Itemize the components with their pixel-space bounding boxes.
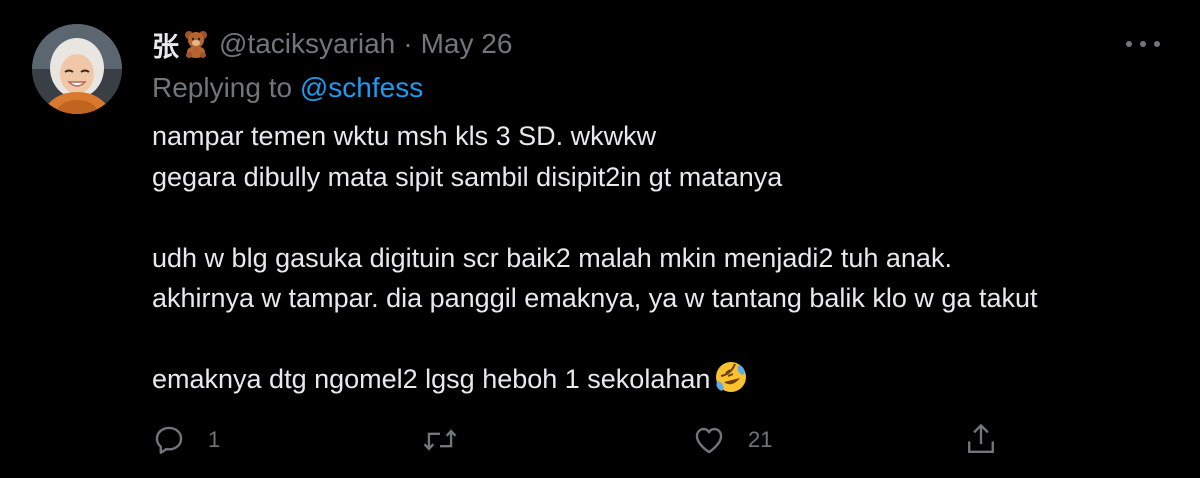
- more-options-icon[interactable]: [1126, 34, 1160, 54]
- tweet-line: emaknya dtg ngomel2 lgsg heboh 1 sekolah…: [152, 364, 711, 394]
- avatar[interactable]: [32, 24, 122, 114]
- retweet-icon: [423, 429, 457, 451]
- user-handle[interactable]: @taciksyariah: [219, 28, 395, 60]
- tweet-header: 张 @taciksyariah · May 26: [152, 24, 512, 64]
- reply-button[interactable]: 1: [152, 420, 220, 460]
- retweet-button[interactable]: [422, 420, 480, 460]
- replying-handle-link[interactable]: @schfess: [300, 72, 423, 103]
- more-dot: [1154, 41, 1160, 47]
- teddy-bear-icon: [183, 30, 209, 58]
- like-button[interactable]: 21: [692, 420, 772, 460]
- more-dot: [1140, 41, 1146, 47]
- tweet-line: akhirnya w tampar. dia panggil emaknya, …: [152, 283, 1038, 313]
- tweet-line: gegara dibully mata sipit sambil disipit…: [152, 161, 783, 192]
- separator-dot: ·: [403, 28, 413, 59]
- share-icon: [968, 423, 994, 453]
- tweet-body: nampar temen wktu msh kls 3 SD. wkwkw ge…: [152, 116, 1172, 406]
- like-count: 21: [748, 427, 773, 452]
- replying-prefix: Replying to: [152, 72, 293, 103]
- display-name[interactable]: 张: [152, 25, 179, 64]
- more-dot: [1126, 41, 1132, 47]
- share-button[interactable]: [964, 420, 998, 460]
- tweet[interactable]: 张 @taciksyariah · May 26 Replying to @sc…: [0, 0, 1200, 478]
- rolling-laughing-icon: [714, 360, 748, 406]
- tweet-line: udh w blg gasuka digituin scr baik2 mala…: [152, 242, 952, 273]
- reply-count: 1: [208, 427, 221, 452]
- tweet-last-line: emaknya dtg ngomel2 lgsg heboh 1 sekolah…: [152, 359, 1172, 406]
- avatar-image: [32, 24, 122, 114]
- heart-icon: [695, 427, 723, 454]
- replying-to: Replying to @schfess: [152, 72, 423, 104]
- reply-icon: [155, 426, 183, 454]
- tweet-date[interactable]: May 26: [421, 28, 513, 60]
- tweet-line: nampar temen wktu msh kls 3 SD. wkwkw: [152, 121, 657, 151]
- tweet-actions: 1 21: [152, 420, 1012, 460]
